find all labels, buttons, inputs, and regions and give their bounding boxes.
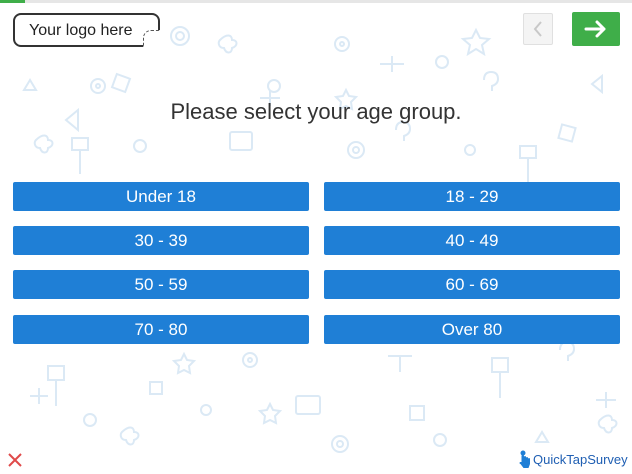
option-50-59[interactable]: 50 - 59 xyxy=(13,270,309,299)
back-button[interactable] xyxy=(523,13,553,45)
arrow-right-icon xyxy=(584,20,606,38)
brand-name: QuickTapSurvey xyxy=(533,451,628,467)
chevron-left-icon xyxy=(533,21,542,37)
option-18-29[interactable]: 18 - 29 xyxy=(324,182,620,211)
next-button[interactable] xyxy=(572,12,620,46)
logo-page-curl xyxy=(143,30,160,47)
option-30-39[interactable]: 30 - 39 xyxy=(13,226,309,255)
option-40-49[interactable]: 40 - 49 xyxy=(324,226,620,255)
question-title: Please select your age group. xyxy=(170,99,462,124)
logo-text: Your logo here xyxy=(29,22,133,39)
option-70-80[interactable]: 70 - 80 xyxy=(13,315,309,344)
hand-pointer-icon xyxy=(519,450,530,468)
option-under-18[interactable]: Under 18 xyxy=(13,182,309,211)
brand-footer: QuickTapSurvey xyxy=(519,450,628,468)
logo-placeholder: Your logo here xyxy=(13,13,160,47)
option-over-80[interactable]: Over 80 xyxy=(324,315,620,344)
option-60-69[interactable]: 60 - 69 xyxy=(324,270,620,299)
close-icon[interactable] xyxy=(7,452,23,468)
